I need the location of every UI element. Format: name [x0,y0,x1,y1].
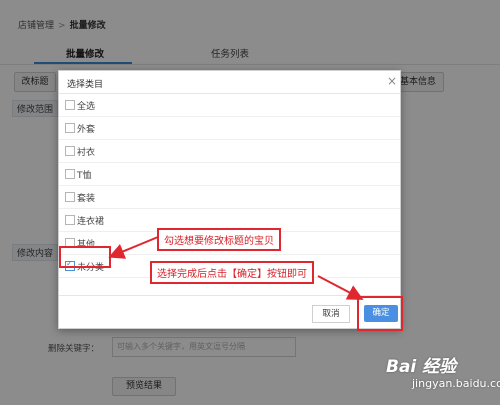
baidu-jingyan-logo: Bai 经验 [386,357,457,377]
arrow-to-confirm [317,275,364,300]
annotation-arrows [108,236,364,300]
watermark-url: jingyan.baidu.com [412,377,500,390]
arrow-to-checkbox [108,236,159,259]
note-select-items: 勾选想要修改标题的宝贝 [157,228,281,251]
note-click-confirm: 选择完成后点击【确定】按钮即可 [150,261,314,284]
baidu-watermark: Bai 经验 jingyan.baidu.com [386,352,500,390]
